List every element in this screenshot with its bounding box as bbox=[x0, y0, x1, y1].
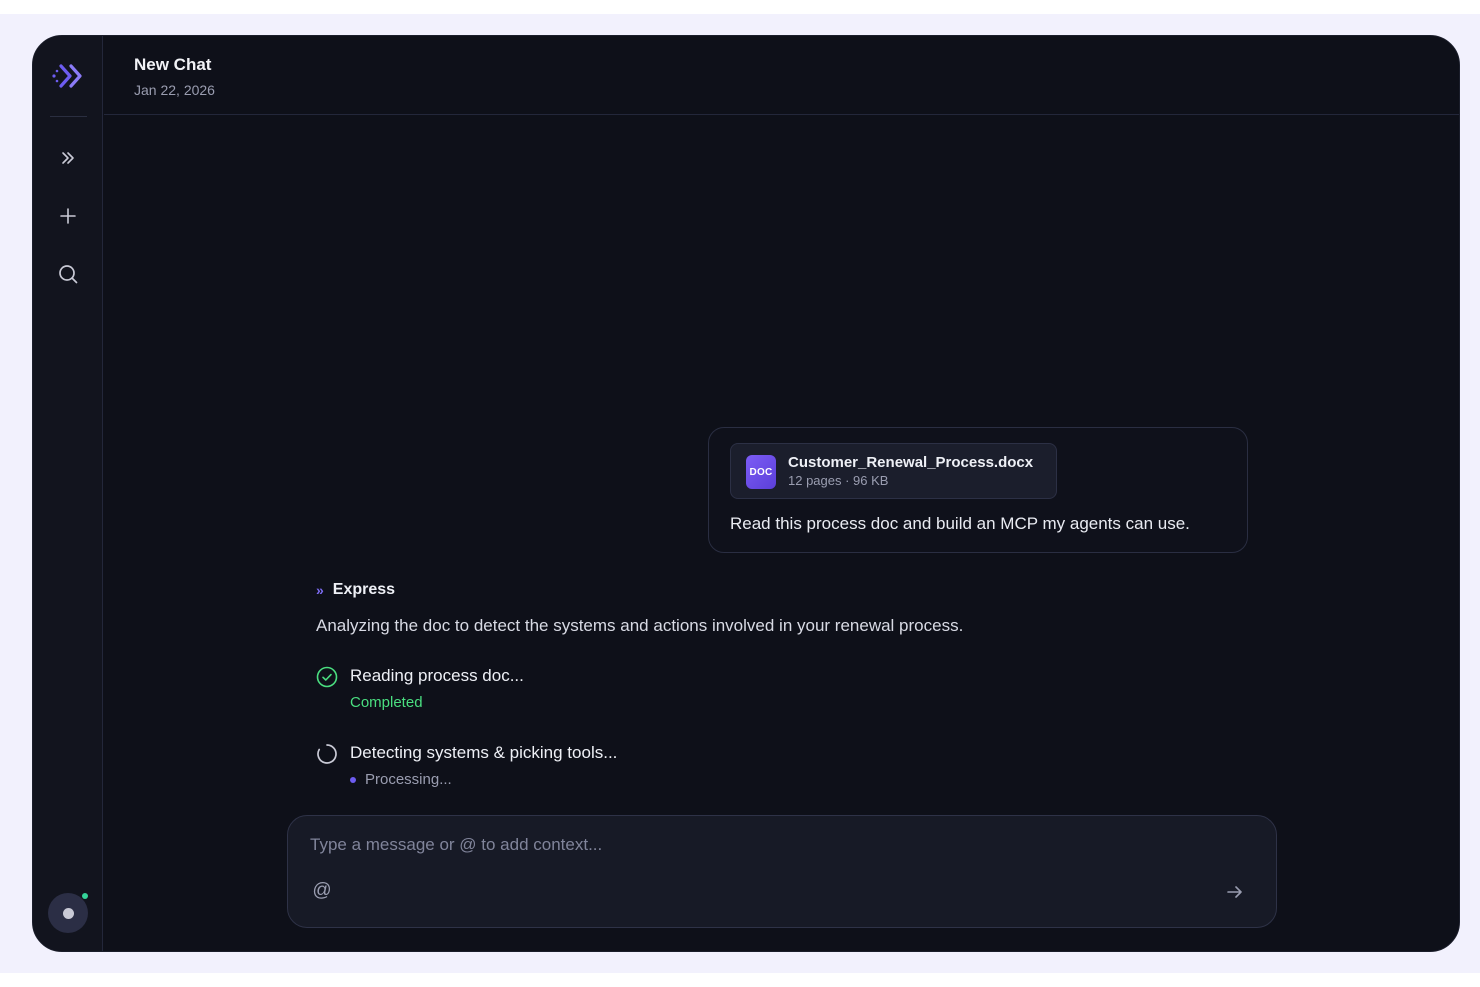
user-avatar[interactable] bbox=[48, 893, 88, 933]
search-icon bbox=[59, 265, 78, 284]
sidebar-divider bbox=[50, 116, 87, 117]
express-logo-icon[interactable] bbox=[50, 61, 88, 91]
assistant-name: Express bbox=[332, 581, 396, 598]
chat-title: New Chat bbox=[134, 55, 212, 74]
app-window: New Chat Jan 22, 2026 DOC Customer_Renew… bbox=[32, 35, 1460, 952]
doc-file-icon: DOC bbox=[746, 455, 776, 489]
message-composer: @ bbox=[287, 815, 1277, 928]
send-button[interactable] bbox=[1222, 879, 1248, 905]
assistant-header: » Express bbox=[316, 581, 395, 599]
file-attachment[interactable]: DOC Customer_Renewal_Process.docx 12 pag… bbox=[730, 443, 1057, 499]
user-message-bubble: DOC Customer_Renewal_Process.docx 12 pag… bbox=[708, 427, 1248, 553]
avatar-dot bbox=[62, 907, 74, 919]
attachment-file-name: Customer_Renewal_Process.docx bbox=[788, 454, 1034, 471]
online-status-indicator bbox=[82, 893, 88, 899]
new-chat-button[interactable] bbox=[52, 200, 84, 232]
chat-header: New Chat Jan 22, 2026 bbox=[104, 36, 1459, 115]
attachment-meta: 12 pages · 96 KB bbox=[788, 473, 889, 488]
step-status: Processing... bbox=[365, 771, 452, 788]
search-button[interactable] bbox=[52, 258, 84, 290]
step-title: Detecting systems & picking tools... bbox=[350, 743, 618, 762]
message-input[interactable] bbox=[310, 832, 1210, 858]
chat-date: Jan 22, 2026 bbox=[134, 82, 215, 98]
assistant-chevron-icon: » bbox=[316, 582, 324, 598]
expand-sidebar-button[interactable] bbox=[52, 142, 84, 174]
step-status-row: Processing... bbox=[350, 771, 452, 788]
step-title: Reading process doc... bbox=[350, 666, 524, 685]
chevrons-right-icon bbox=[62, 152, 74, 164]
step-status: Completed bbox=[350, 694, 423, 711]
spinner-icon bbox=[317, 744, 337, 764]
check-circle-icon bbox=[316, 666, 338, 688]
arrow-right-icon bbox=[1227, 886, 1242, 898]
sidebar bbox=[33, 36, 103, 951]
mention-button[interactable]: @ bbox=[310, 879, 334, 903]
plus-icon bbox=[60, 208, 76, 224]
user-message-text: Read this process doc and build an MCP m… bbox=[730, 514, 1190, 533]
assistant-message-text: Analyzing the doc to detect the systems … bbox=[316, 616, 964, 635]
processing-bullet-icon bbox=[350, 776, 356, 783]
